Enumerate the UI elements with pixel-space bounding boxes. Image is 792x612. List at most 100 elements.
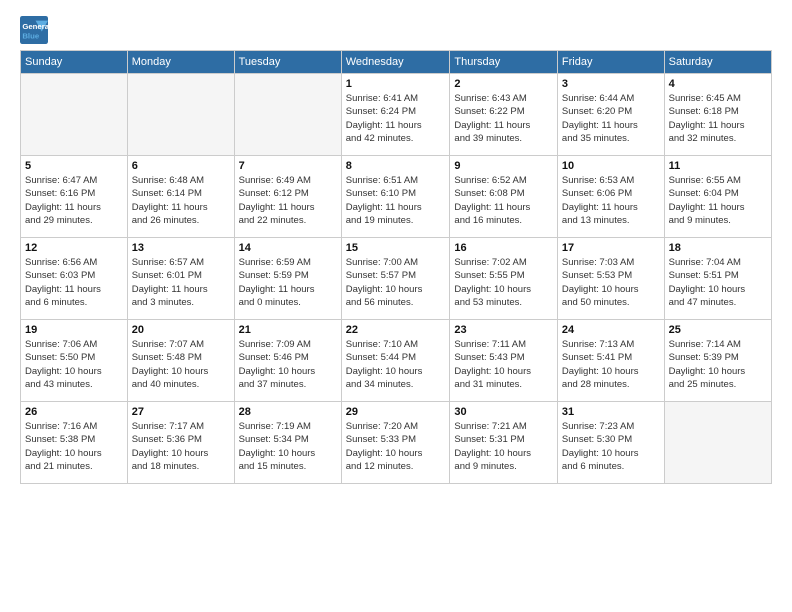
- weekday-header-wednesday: Wednesday: [341, 51, 450, 74]
- day-info: Sunrise: 6:41 AM Sunset: 6:24 PM Dayligh…: [346, 92, 446, 145]
- calendar-cell: 23 Sunrise: 7:11 AM Sunset: 5:43 PM Dayli…: [450, 320, 558, 402]
- day-info: Sunrise: 7:17 AM Sunset: 5:36 PM Dayligh…: [132, 420, 230, 473]
- day-info: Sunrise: 7:06 AM Sunset: 5:50 PM Dayligh…: [25, 338, 123, 391]
- calendar-cell: 19 Sunrise: 7:06 AM Sunset: 5:50 PM Dayli…: [21, 320, 128, 402]
- day-number: 3: [562, 78, 660, 90]
- day-number: 26: [25, 406, 123, 418]
- day-number: 10: [562, 160, 660, 172]
- calendar-cell: 29Sunrise: 7:20 AM Sunset: 5:33 PM Dayli…: [341, 402, 450, 484]
- day-info: Sunrise: 6:59 AM Sunset: 5:59 PM Dayligh…: [239, 256, 337, 309]
- logo: General Blue: [20, 16, 52, 44]
- day-info: Sunrise: 7:04 AM Sunset: 5:51 PM Dayligh…: [669, 256, 767, 309]
- calendar-cell: 10 Sunrise: 6:53 AM Sunset: 6:06 PM Dayli…: [557, 156, 664, 238]
- calendar-cell: [664, 402, 771, 484]
- day-number: 23: [454, 324, 553, 336]
- day-number: 1: [346, 78, 446, 90]
- day-number: 29: [346, 406, 446, 418]
- weekday-header-monday: Monday: [127, 51, 234, 74]
- calendar-cell: 7Sunrise: 6:49 AM Sunset: 6:12 PM Daylig…: [234, 156, 341, 238]
- calendar-cell: 12 Sunrise: 6:56 AM Sunset: 6:03 PM Dayli…: [21, 238, 128, 320]
- day-info: Sunrise: 6:56 AM Sunset: 6:03 PM Dayligh…: [25, 256, 123, 309]
- day-info: Sunrise: 7:16 AM Sunset: 5:38 PM Dayligh…: [25, 420, 123, 473]
- calendar-cell: 15 Sunrise: 7:00 AM Sunset: 5:57 PM Dayli…: [341, 238, 450, 320]
- calendar-cell: 24 Sunrise: 7:13 AM Sunset: 5:41 PM Dayli…: [557, 320, 664, 402]
- day-info: Sunrise: 7:13 AM Sunset: 5:41 PM Dayligh…: [562, 338, 660, 391]
- day-info: Sunrise: 7:09 AM Sunset: 5:46 PM Dayligh…: [239, 338, 337, 391]
- week-row-0: 1 Sunrise: 6:41 AM Sunset: 6:24 PM Daylig…: [21, 74, 772, 156]
- week-row-1: 5 Sunrise: 6:47 AM Sunset: 6:16 PM Daylig…: [21, 156, 772, 238]
- day-info: Sunrise: 7:11 AM Sunset: 5:43 PM Dayligh…: [454, 338, 553, 391]
- day-number: 31: [562, 406, 660, 418]
- day-info: Sunrise: 7:19 AM Sunset: 5:34 PM Dayligh…: [239, 420, 337, 473]
- day-info: Sunrise: 6:52 AM Sunset: 6:08 PM Dayligh…: [454, 174, 553, 227]
- day-number: 11: [669, 160, 767, 172]
- day-info: Sunrise: 7:07 AM Sunset: 5:48 PM Dayligh…: [132, 338, 230, 391]
- day-info: Sunrise: 6:53 AM Sunset: 6:06 PM Dayligh…: [562, 174, 660, 227]
- day-info: Sunrise: 7:14 AM Sunset: 5:39 PM Dayligh…: [669, 338, 767, 391]
- calendar-cell: 21 Sunrise: 7:09 AM Sunset: 5:46 PM Dayli…: [234, 320, 341, 402]
- day-number: 9: [454, 160, 553, 172]
- calendar-cell: 13Sunrise: 6:57 AM Sunset: 6:01 PM Dayli…: [127, 238, 234, 320]
- calendar-cell: 6 Sunrise: 6:48 AM Sunset: 6:14 PM Daylig…: [127, 156, 234, 238]
- weekday-header-friday: Friday: [557, 51, 664, 74]
- calendar-cell: [234, 74, 341, 156]
- day-number: 5: [25, 160, 123, 172]
- day-number: 2: [454, 78, 553, 90]
- day-info: Sunrise: 7:23 AM Sunset: 5:30 PM Dayligh…: [562, 420, 660, 473]
- calendar-cell: 5 Sunrise: 6:47 AM Sunset: 6:16 PM Daylig…: [21, 156, 128, 238]
- day-number: 21: [239, 324, 337, 336]
- day-number: 30: [454, 406, 553, 418]
- calendar-cell: 28 Sunrise: 7:19 AM Sunset: 5:34 PM Dayli…: [234, 402, 341, 484]
- day-number: 4: [669, 78, 767, 90]
- calendar-cell: 25 Sunrise: 7:14 AM Sunset: 5:39 PM Dayli…: [664, 320, 771, 402]
- day-number: 20: [132, 324, 230, 336]
- day-info: Sunrise: 6:49 AM Sunset: 6:12 PM Dayligh…: [239, 174, 337, 227]
- day-number: 19: [25, 324, 123, 336]
- calendar-cell: 2 Sunrise: 6:43 AM Sunset: 6:22 PM Daylig…: [450, 74, 558, 156]
- calendar-cell: 11Sunrise: 6:55 AM Sunset: 6:04 PM Dayli…: [664, 156, 771, 238]
- weekday-header-thursday: Thursday: [450, 51, 558, 74]
- weekday-header-sunday: Sunday: [21, 51, 128, 74]
- logo-icon: General Blue: [20, 16, 48, 44]
- calendar-cell: [21, 74, 128, 156]
- calendar-cell: 31 Sunrise: 7:23 AM Sunset: 5:30 PM Dayli…: [557, 402, 664, 484]
- calendar-cell: 18 Sunrise: 7:04 AM Sunset: 5:51 PM Dayli…: [664, 238, 771, 320]
- day-info: Sunrise: 7:10 AM Sunset: 5:44 PM Dayligh…: [346, 338, 446, 391]
- day-info: Sunrise: 6:48 AM Sunset: 6:14 PM Dayligh…: [132, 174, 230, 227]
- calendar-cell: 26 Sunrise: 7:16 AM Sunset: 5:38 PM Dayli…: [21, 402, 128, 484]
- calendar-cell: 27 Sunrise: 7:17 AM Sunset: 5:36 PM Dayli…: [127, 402, 234, 484]
- day-info: Sunrise: 7:02 AM Sunset: 5:55 PM Dayligh…: [454, 256, 553, 309]
- week-row-3: 19 Sunrise: 7:06 AM Sunset: 5:50 PM Dayli…: [21, 320, 772, 402]
- weekday-header-saturday: Saturday: [664, 51, 771, 74]
- page: General Blue SundayMondayTuesdayWednesda…: [0, 0, 792, 612]
- day-number: 15: [346, 242, 446, 254]
- svg-text:General: General: [22, 22, 48, 31]
- day-info: Sunrise: 6:47 AM Sunset: 6:16 PM Dayligh…: [25, 174, 123, 227]
- day-number: 14: [239, 242, 337, 254]
- day-number: 12: [25, 242, 123, 254]
- week-row-4: 26 Sunrise: 7:16 AM Sunset: 5:38 PM Dayli…: [21, 402, 772, 484]
- day-info: Sunrise: 7:03 AM Sunset: 5:53 PM Dayligh…: [562, 256, 660, 309]
- day-number: 25: [669, 324, 767, 336]
- calendar-cell: 8Sunrise: 6:51 AM Sunset: 6:10 PM Daylig…: [341, 156, 450, 238]
- calendar-cell: 30Sunrise: 7:21 AM Sunset: 5:31 PM Dayli…: [450, 402, 558, 484]
- day-number: 6: [132, 160, 230, 172]
- day-number: 8: [346, 160, 446, 172]
- calendar-cell: 9 Sunrise: 6:52 AM Sunset: 6:08 PM Daylig…: [450, 156, 558, 238]
- day-info: Sunrise: 7:00 AM Sunset: 5:57 PM Dayligh…: [346, 256, 446, 309]
- day-number: 13: [132, 242, 230, 254]
- day-info: Sunrise: 6:44 AM Sunset: 6:20 PM Dayligh…: [562, 92, 660, 145]
- day-number: 27: [132, 406, 230, 418]
- day-number: 22: [346, 324, 446, 336]
- calendar-cell: 1 Sunrise: 6:41 AM Sunset: 6:24 PM Daylig…: [341, 74, 450, 156]
- day-number: 17: [562, 242, 660, 254]
- calendar-cell: 16Sunrise: 7:02 AM Sunset: 5:55 PM Dayli…: [450, 238, 558, 320]
- day-number: 18: [669, 242, 767, 254]
- day-info: Sunrise: 6:43 AM Sunset: 6:22 PM Dayligh…: [454, 92, 553, 145]
- calendar-cell: 20 Sunrise: 7:07 AM Sunset: 5:48 PM Dayli…: [127, 320, 234, 402]
- calendar-cell: 17 Sunrise: 7:03 AM Sunset: 5:53 PM Dayli…: [557, 238, 664, 320]
- weekday-header-row: SundayMondayTuesdayWednesdayThursdayFrid…: [21, 51, 772, 74]
- day-number: 28: [239, 406, 337, 418]
- day-number: 24: [562, 324, 660, 336]
- calendar-cell: [127, 74, 234, 156]
